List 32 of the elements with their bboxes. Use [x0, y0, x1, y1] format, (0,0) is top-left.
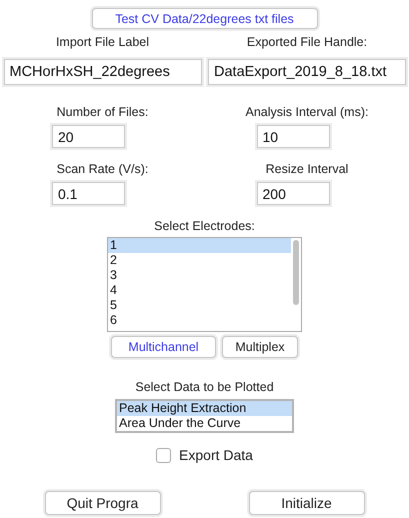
action-button[interactable]: Quit Progra	[44, 491, 160, 515]
input-field[interactable]: 10	[256, 125, 330, 148]
plot-data-list[interactable]: Peak Height Extraction Area Under the Curve	[115, 399, 294, 433]
list-item[interactable]: 5	[108, 298, 291, 313]
field-label: Exported File Handle:	[246, 35, 368, 49]
section-label: Select Electrodes:	[154, 219, 255, 233]
list-item[interactable]: 3	[108, 268, 291, 283]
checkbox[interactable]	[156, 448, 172, 462]
list-item[interactable]: 4	[108, 283, 291, 298]
section-label: Select Data to be Plotted	[135, 380, 274, 394]
checkbox-label: Export Data	[179, 447, 253, 463]
list-item[interactable]: 2	[108, 253, 291, 268]
mode-button[interactable]: Multichannel	[111, 336, 216, 358]
field-label: Analysis Interval (ms):	[246, 105, 368, 119]
input-field[interactable]: 0.1	[52, 182, 125, 205]
list-item[interactable]: Area Under the Curve	[117, 416, 292, 431]
field-label: Import File Label	[56, 35, 150, 49]
mode-button[interactable]: Multiplex	[222, 336, 298, 358]
input-field[interactable]: DataExport_2019_8_18.txt	[208, 59, 406, 85]
list-item[interactable]: 6	[108, 313, 291, 328]
input-field[interactable]: 200	[256, 182, 330, 205]
list-item[interactable]: Peak Height Extraction	[117, 401, 292, 416]
electrode-list[interactable]: 1 2 3 4 5 6	[107, 237, 302, 332]
test-data-button[interactable]: Test CV Data/22degrees txt files	[92, 8, 318, 29]
input-field[interactable]: MCHorHxSH_22degrees	[4, 59, 202, 85]
scrollbar-thumb[interactable]	[293, 240, 299, 305]
field-label: Scan Rate (V/s):	[56, 162, 148, 176]
field-label: Resize Interval	[266, 162, 348, 176]
list-item[interactable]: 1	[108, 238, 291, 253]
action-button[interactable]: Initialize	[248, 491, 364, 515]
input-field[interactable]: 20	[52, 125, 125, 148]
field-label: Number of Files:	[56, 105, 148, 119]
